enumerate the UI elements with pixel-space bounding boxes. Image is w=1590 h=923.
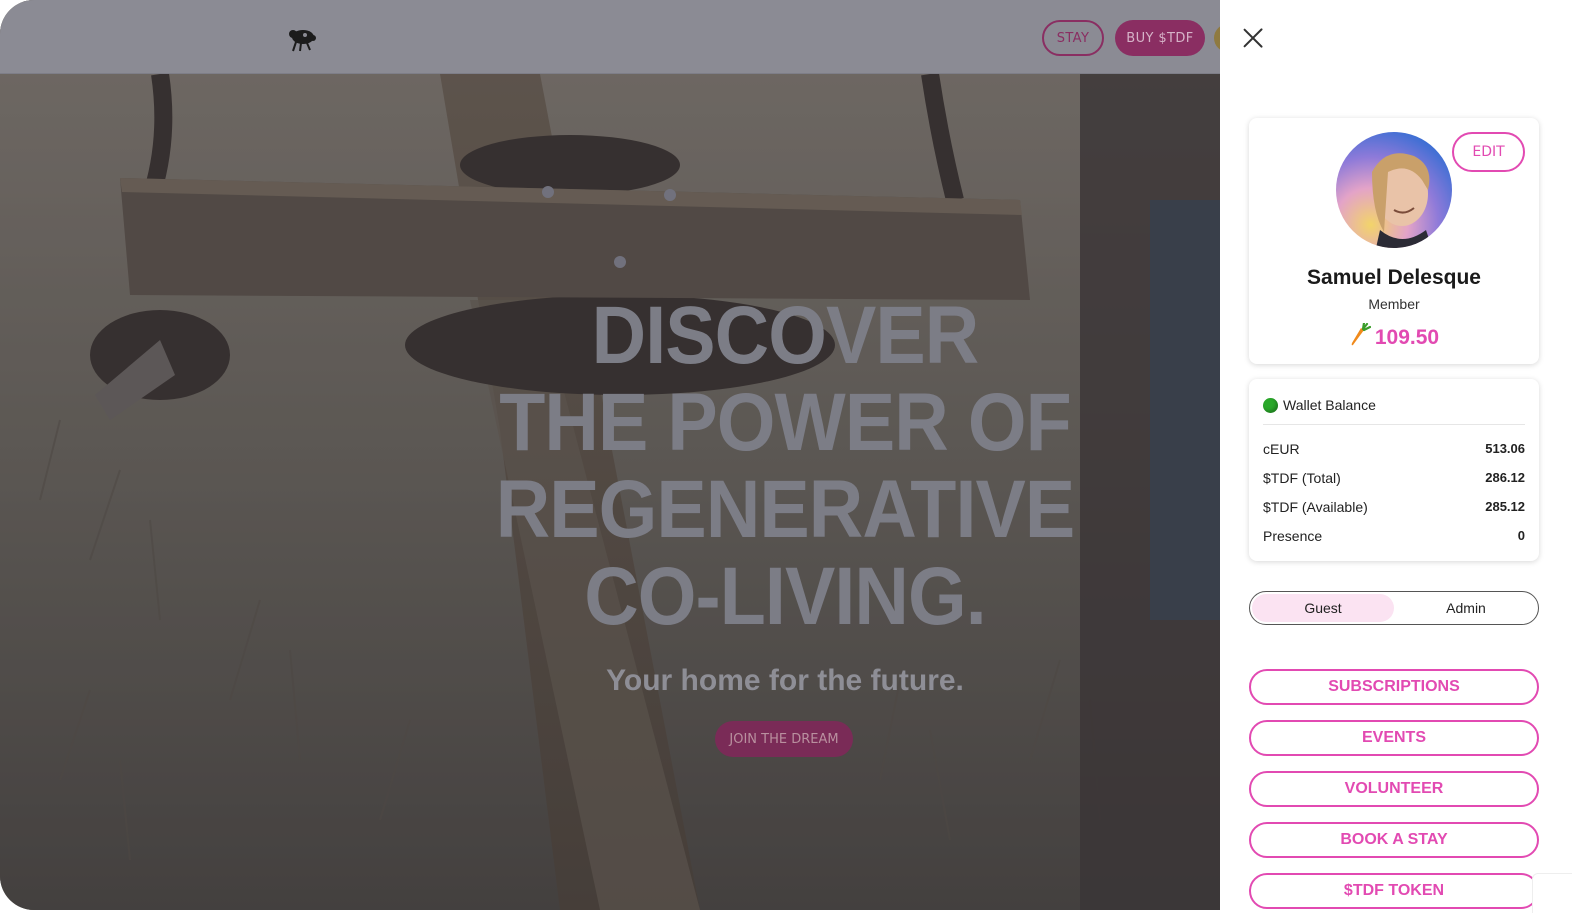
hero-line-1: DISCOVER [591,290,980,381]
wallet-row-value: 286.12 [1485,470,1525,485]
scroll-corner [1532,873,1572,913]
edit-profile-button[interactable]: EDIT [1452,132,1525,172]
hero-heading: DISCOVER THE POWER OF REGENERATIVE CO-LI… [390,292,1180,640]
join-the-dream-button[interactable]: JOIN THE DREAM [715,721,853,757]
top-navbar: STAY BUY $TDF [0,0,1220,74]
hero-line-4: CO-LIVING. [584,551,986,642]
carrot-icon [1351,323,1371,346]
wallet-row-presence: Presence 0 [1263,528,1525,544]
toggle-option-admin[interactable]: Admin [1395,594,1537,622]
wallet-row-tdf-total: $TDF (Total) 286.12 [1263,470,1525,486]
hero-line-3: REGENERATIVE [495,464,1076,555]
profile-name: Samuel Delesque [1307,266,1481,289]
toggle-option-guest[interactable]: Guest [1252,594,1394,622]
buy-tdf-button[interactable]: BUY $TDF [1115,20,1205,56]
book-a-stay-button[interactable]: BOOK A STAY [1249,822,1539,858]
wallet-row-value: 513.06 [1485,441,1525,456]
hero-line-2: THE POWER OF [499,377,1071,468]
wallet-row-label: $TDF (Total) [1263,470,1341,486]
wallet-row-ceur: cEUR 513.06 [1263,441,1525,457]
wallet-header: Wallet Balance [1263,397,1525,425]
volunteer-button[interactable]: VOLUNTEER [1249,771,1539,807]
hero-subtitle: Your home for the future. [606,664,964,697]
wallet-row-value: 0 [1517,528,1525,543]
wallet-row-tdf-available: $TDF (Available) 285.12 [1263,499,1525,515]
profile-role: Member [1368,296,1420,312]
wallet-card: Wallet Balance cEUR 513.06 $TDF (Total) … [1249,379,1539,561]
main-page: STAY BUY $TDF DISCOVER THE POWER OF REGE… [0,0,1220,910]
profile-card: EDIT Samuel Delesque Member 109.50 [1249,118,1539,364]
stay-button[interactable]: STAY [1042,20,1104,56]
wallet-title: Wallet Balance [1283,397,1376,413]
role-toggle: Guest Admin [1249,591,1539,625]
wallet-row-label: Presence [1263,528,1323,544]
wallet-row-label: cEUR [1263,441,1300,457]
close-icon[interactable] [1242,27,1264,49]
tdf-token-button[interactable]: $TDF TOKEN [1249,873,1539,909]
wallet-row-label: $TDF (Available) [1263,499,1368,515]
user-drawer: EDIT Samuel Delesque Member 109.50 Walle… [1220,0,1575,923]
subscriptions-button[interactable]: SUBSCRIPTIONS [1249,669,1539,705]
events-button[interactable]: EVENTS [1249,720,1539,756]
profile-balance: 109.50 [1249,323,1539,350]
profile-balance-value: 109.50 [1374,326,1440,349]
sheep-logo-icon[interactable] [283,25,321,53]
avatar [1336,132,1452,248]
green-dot-icon [1263,398,1278,413]
wallet-row-value: 285.12 [1485,499,1525,514]
